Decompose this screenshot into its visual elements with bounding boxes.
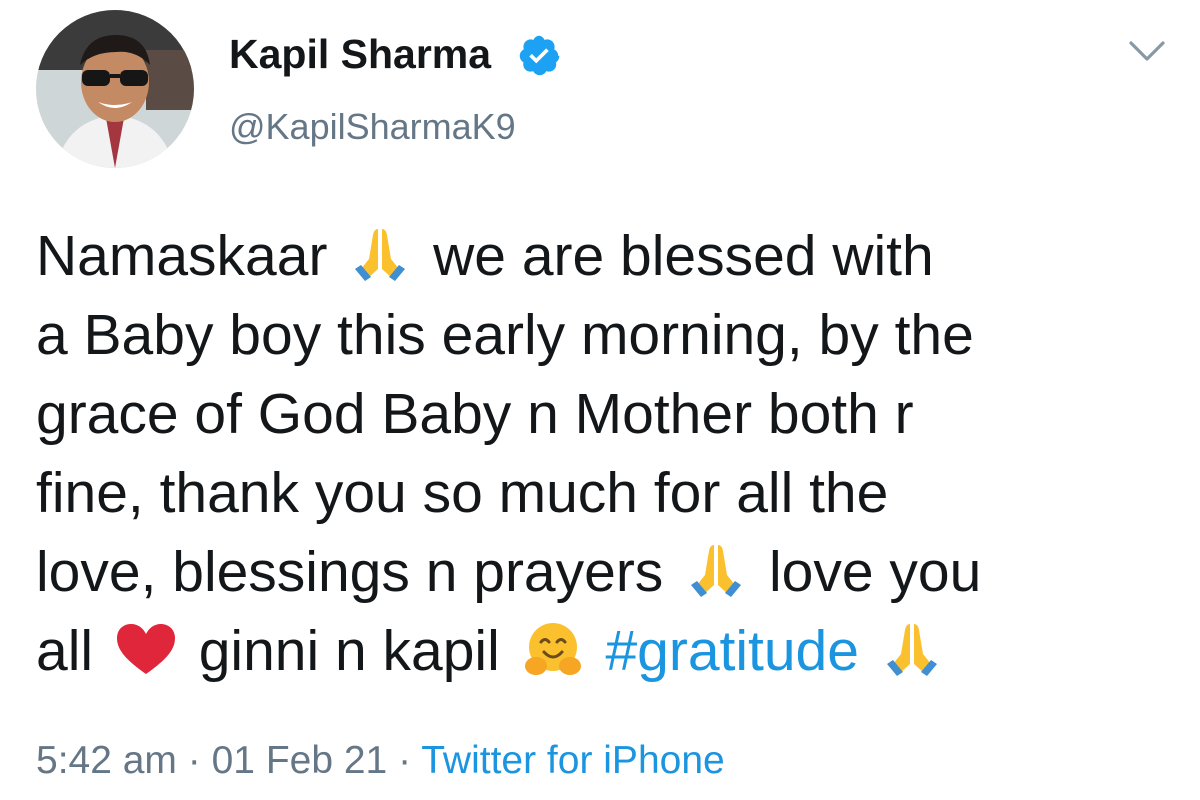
- tweet-line: fine, thank you so much for all the: [36, 461, 889, 525]
- verified-badge-icon: [519, 35, 560, 76]
- tweet-segment: Namaskaar: [36, 224, 328, 288]
- profile-photo: [36, 10, 194, 168]
- folded-hands-icon: [683, 541, 749, 599]
- hashtag-link[interactable]: #gratitude: [605, 619, 859, 683]
- tweet-segment: we are blessed with: [433, 224, 934, 288]
- tweet-text: Namaskaar we are blessed with a Baby boy…: [36, 217, 1176, 691]
- tweet-date[interactable]: 01 Feb 21: [212, 739, 388, 782]
- author-handle[interactable]: @KapilSharmaK9: [229, 103, 516, 151]
- tweet-time[interactable]: 5:42 am: [36, 739, 177, 782]
- meta-separator: ·: [398, 739, 412, 782]
- folded-hands-icon: [347, 225, 413, 283]
- tweet-line: all ginni n kapil #gratitude: [36, 612, 1176, 691]
- tweet-line: love, blessings n prayers love you: [36, 533, 1176, 612]
- tweet-segment: love you: [769, 540, 982, 604]
- tweet-meta: 5:42 am · 01 Feb 21 · Twitter for iPhone: [36, 735, 725, 787]
- hugging-face-icon: [520, 620, 586, 678]
- tweet-segment: all: [36, 619, 94, 683]
- display-name[interactable]: Kapil Sharma: [229, 26, 491, 82]
- tweet-segment: ginni n kapil: [198, 619, 500, 683]
- tweet-line: Namaskaar we are blessed with: [36, 217, 1176, 296]
- avatar[interactable]: [36, 10, 194, 168]
- red-heart-icon: [113, 620, 179, 678]
- tweet-line: a Baby boy this early morning, by the: [36, 303, 974, 367]
- tweet-line: grace of God Baby n Mother both r: [36, 382, 914, 446]
- tweet-segment: love, blessings n prayers: [36, 540, 664, 604]
- meta-separator: ·: [187, 739, 201, 782]
- tweet-source-link[interactable]: Twitter for iPhone: [421, 739, 724, 782]
- folded-hands-icon: [879, 620, 945, 678]
- chevron-down-icon[interactable]: [1128, 38, 1166, 64]
